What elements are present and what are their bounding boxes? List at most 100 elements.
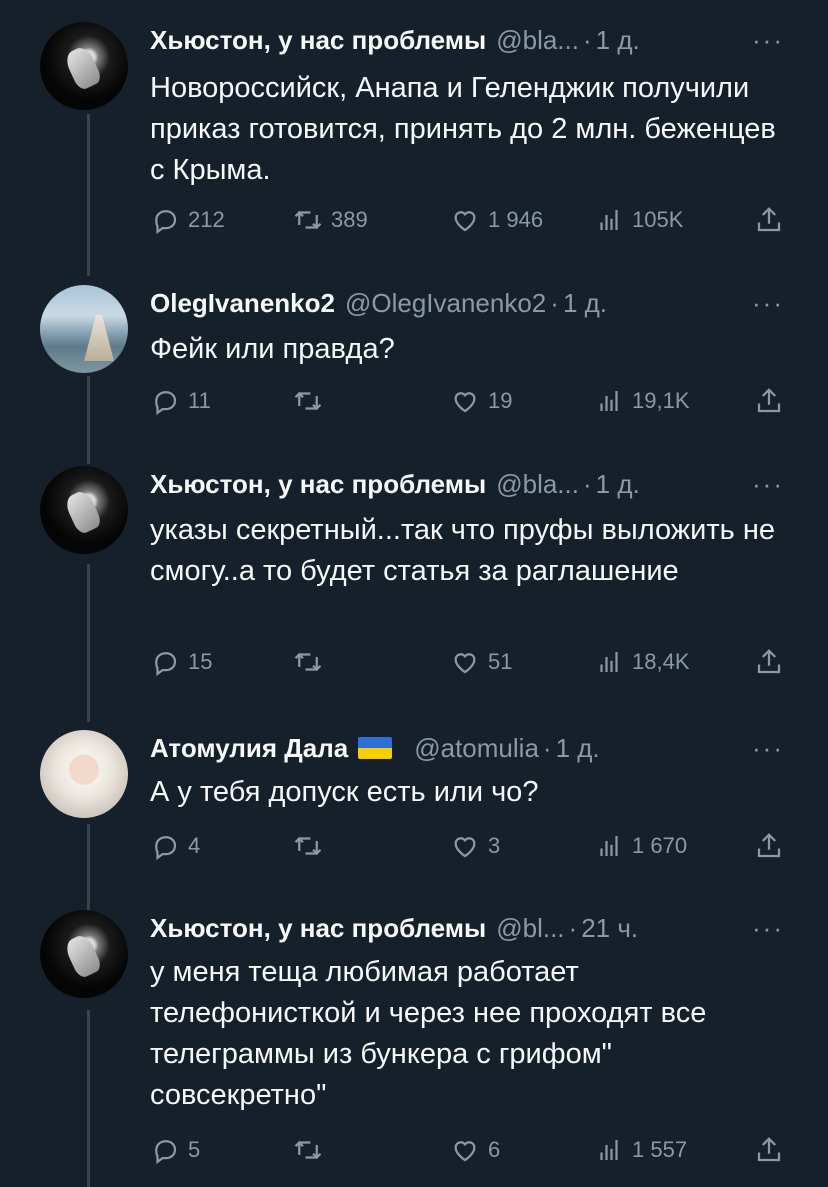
tweet-actions: 11 19 19,1K [150, 381, 790, 421]
author-handle[interactable]: @bla... [496, 25, 579, 56]
tweet-text: Фейк или правда? [150, 333, 395, 365]
tweet-header: Хьюстон, у нас проблемы @bl... · 21 ч. [150, 910, 638, 946]
tweet[interactable]: Хьюстон, у нас проблемы @bla... · 1 д. ·… [0, 22, 828, 272]
views-icon [600, 652, 618, 672]
like-button[interactable]: 19 [450, 381, 512, 421]
avatar[interactable] [40, 22, 128, 110]
tweet-actions: 15 51 18,4K [150, 642, 790, 682]
retweet-button[interactable] [293, 1130, 331, 1170]
tweet[interactable]: OlegIvanenko2 @OlegIvanenko2 · 1 д. ··· … [0, 285, 828, 425]
tweet[interactable]: Атомулия Дала @atomulia · 1 д. ··· А у т… [0, 730, 828, 870]
tweet-time[interactable]: 21 ч. [581, 913, 638, 944]
share-icon [757, 207, 781, 232]
avatar[interactable] [40, 730, 128, 818]
share-icon [757, 1137, 781, 1162]
retweet-count: 389 [331, 207, 368, 232]
author-handle[interactable]: @bl... [496, 913, 564, 944]
tweet-header: Хьюстон, у нас проблемы @bla... · 1 д. [150, 22, 640, 58]
more-icon[interactable]: ··· [752, 730, 784, 766]
author-handle[interactable]: @OlegIvanenko2 [345, 288, 546, 319]
views-button[interactable]: 18,4K [594, 642, 690, 682]
author-name[interactable]: Атомулия Дала [150, 733, 348, 764]
author-name[interactable]: OlegIvanenko2 [150, 288, 335, 319]
more-icon[interactable]: ··· [752, 466, 784, 502]
retweet-icon [294, 391, 322, 411]
like-count: 51 [488, 649, 513, 674]
like-count: 19 [488, 388, 513, 413]
author-name[interactable]: Хьюстон, у нас проблемы [150, 913, 486, 944]
tweet-header: Хьюстон, у нас проблемы @bla... · 1 д. [150, 466, 640, 502]
share-button[interactable] [754, 1130, 792, 1170]
tweet[interactable]: Хьюстон, у нас проблемы @bla... · 1 д. ·… [0, 466, 828, 706]
views-button[interactable]: 19,1K [594, 381, 690, 421]
author-name[interactable]: Хьюстон, у нас проблемы [150, 469, 486, 500]
views-button[interactable]: 1 557 [594, 1130, 687, 1170]
reply-icon [155, 391, 177, 416]
share-button[interactable] [754, 200, 792, 240]
reply-count: 4 [188, 833, 201, 858]
reply-button[interactable]: 4 [150, 826, 200, 866]
reply-button[interactable]: 212 [150, 200, 225, 240]
retweet-button[interactable] [293, 381, 331, 421]
author-name[interactable]: Хьюстон, у нас проблемы [150, 25, 486, 56]
more-icon[interactable]: ··· [752, 285, 784, 321]
separator-dot: · [542, 732, 552, 763]
share-button[interactable] [754, 381, 792, 421]
share-icon [757, 649, 781, 674]
tweet-text: Новороссийск, Анапа и Геленджик получили… [150, 72, 776, 186]
views-button[interactable]: 1 670 [594, 826, 687, 866]
avatar[interactable] [40, 285, 128, 373]
retweet-button[interactable]: 389 [293, 200, 368, 240]
like-count: 1 946 [488, 207, 544, 232]
views-icon [600, 391, 618, 411]
separator-dot: · [582, 468, 592, 499]
like-icon [454, 653, 476, 674]
tweet-actions: 4 3 1 670 [150, 826, 790, 866]
tweet-text: у меня теща любимая работает телефонистк… [150, 956, 707, 1111]
more-icon[interactable]: ··· [752, 910, 784, 946]
reply-count: 5 [188, 1137, 201, 1162]
share-icon [757, 388, 781, 413]
like-button[interactable]: 6 [450, 1130, 500, 1170]
avatar[interactable] [40, 466, 128, 554]
retweet-icon [294, 1140, 322, 1160]
tweet-header: OlegIvanenko2 @OlegIvanenko2 · 1 д. [150, 285, 607, 321]
retweet-icon [294, 836, 322, 856]
like-button[interactable]: 1 946 [450, 200, 543, 240]
like-icon [454, 211, 476, 232]
tweet-time[interactable]: 1 д. [563, 288, 607, 319]
separator-dot: · [550, 287, 559, 318]
views-count: 1 670 [632, 833, 688, 858]
like-button[interactable]: 3 [450, 826, 500, 866]
views-count: 18,4K [632, 649, 690, 674]
reply-count: 11 [188, 388, 211, 413]
reply-button[interactable]: 11 [150, 381, 211, 421]
views-count: 1 557 [632, 1137, 688, 1162]
avatar[interactable] [40, 910, 128, 998]
tweet-time[interactable]: 1 д. [596, 469, 640, 500]
tweet-thread: Хьюстон, у нас проблемы @bla... · 1 д. ·… [0, 0, 828, 1187]
tweet[interactable]: Хьюстон, у нас проблемы @bl... · 21 ч. ·… [0, 910, 828, 1180]
tweet-text: А у тебя допуск есть или чо? [150, 776, 539, 808]
reply-count: 212 [188, 207, 225, 232]
reply-button[interactable]: 15 [150, 642, 212, 682]
views-icon [600, 836, 618, 856]
tweet-time[interactable]: 1 д. [596, 25, 640, 56]
share-button[interactable] [754, 826, 792, 866]
like-count: 6 [488, 1137, 501, 1162]
retweet-button[interactable] [293, 642, 331, 682]
retweet-button[interactable] [293, 826, 331, 866]
author-handle[interactable]: @bla... [496, 469, 579, 500]
share-button[interactable] [754, 642, 792, 682]
reply-icon [155, 1140, 177, 1165]
reply-icon [155, 836, 177, 861]
more-icon[interactable]: ··· [752, 22, 784, 58]
ukraine-flag-icon [358, 737, 393, 759]
tweet-time[interactable]: 1 д. [556, 733, 600, 764]
views-icon [600, 210, 618, 230]
like-button[interactable]: 51 [450, 642, 512, 682]
author-handle[interactable]: @atomulia [414, 733, 539, 764]
reply-button[interactable]: 5 [150, 1130, 200, 1170]
views-button[interactable]: 105K [594, 200, 683, 240]
like-icon [454, 837, 476, 858]
